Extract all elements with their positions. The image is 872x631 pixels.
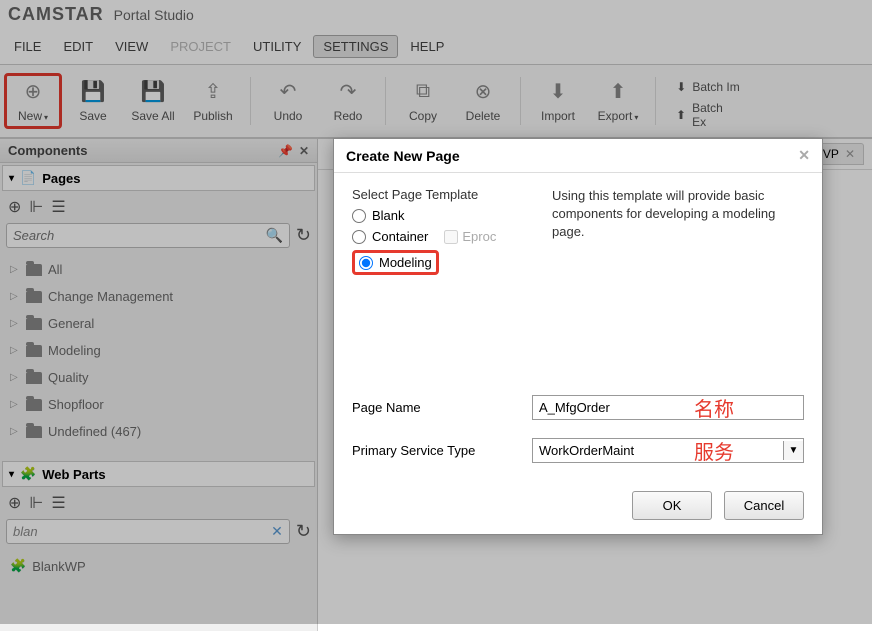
dialog-close-icon[interactable]: ✕ (798, 147, 810, 164)
radio-modeling-input[interactable] (359, 256, 373, 270)
dialog-body: Select Page Template Blank Container Epr… (334, 173, 822, 477)
template-label: Select Page Template (352, 187, 532, 202)
page-name-row: Page Name 名称 (352, 395, 804, 420)
service-type-combo[interactable]: ▼ (532, 438, 804, 463)
service-type-label: Primary Service Type (352, 443, 532, 458)
radio-modeling-row: Modeling (352, 250, 532, 275)
dialog-title: Create New Page (346, 148, 460, 164)
radio-container-row: Container Eproc (352, 229, 532, 244)
radio-container-input[interactable] (352, 230, 366, 244)
eproc-checkbox-input (444, 230, 458, 244)
dropdown-icon[interactable]: ▼ (783, 441, 803, 460)
page-name-label: Page Name (352, 400, 532, 415)
radio-blank[interactable]: Blank (352, 208, 532, 223)
template-description: Using this template will provide basic c… (552, 187, 804, 281)
radio-container[interactable]: Container (352, 229, 428, 244)
ok-button[interactable]: OK (632, 491, 712, 520)
eproc-checkbox[interactable]: Eproc (444, 229, 496, 244)
annotation-service: 服务 (694, 436, 734, 465)
radio-modeling[interactable]: Modeling (352, 250, 439, 275)
create-new-page-dialog: Create New Page ✕ Select Page Template B… (333, 138, 823, 535)
radio-blank-input[interactable] (352, 209, 366, 223)
service-type-row: Primary Service Type ▼ 服务 (352, 438, 804, 463)
annotation-name: 名称 (694, 393, 734, 422)
service-type-input[interactable] (533, 439, 783, 462)
page-name-input[interactable] (532, 395, 804, 420)
dialog-titlebar: Create New Page ✕ (334, 139, 822, 173)
cancel-button[interactable]: Cancel (724, 491, 804, 520)
dialog-button-row: OK Cancel (334, 477, 822, 534)
